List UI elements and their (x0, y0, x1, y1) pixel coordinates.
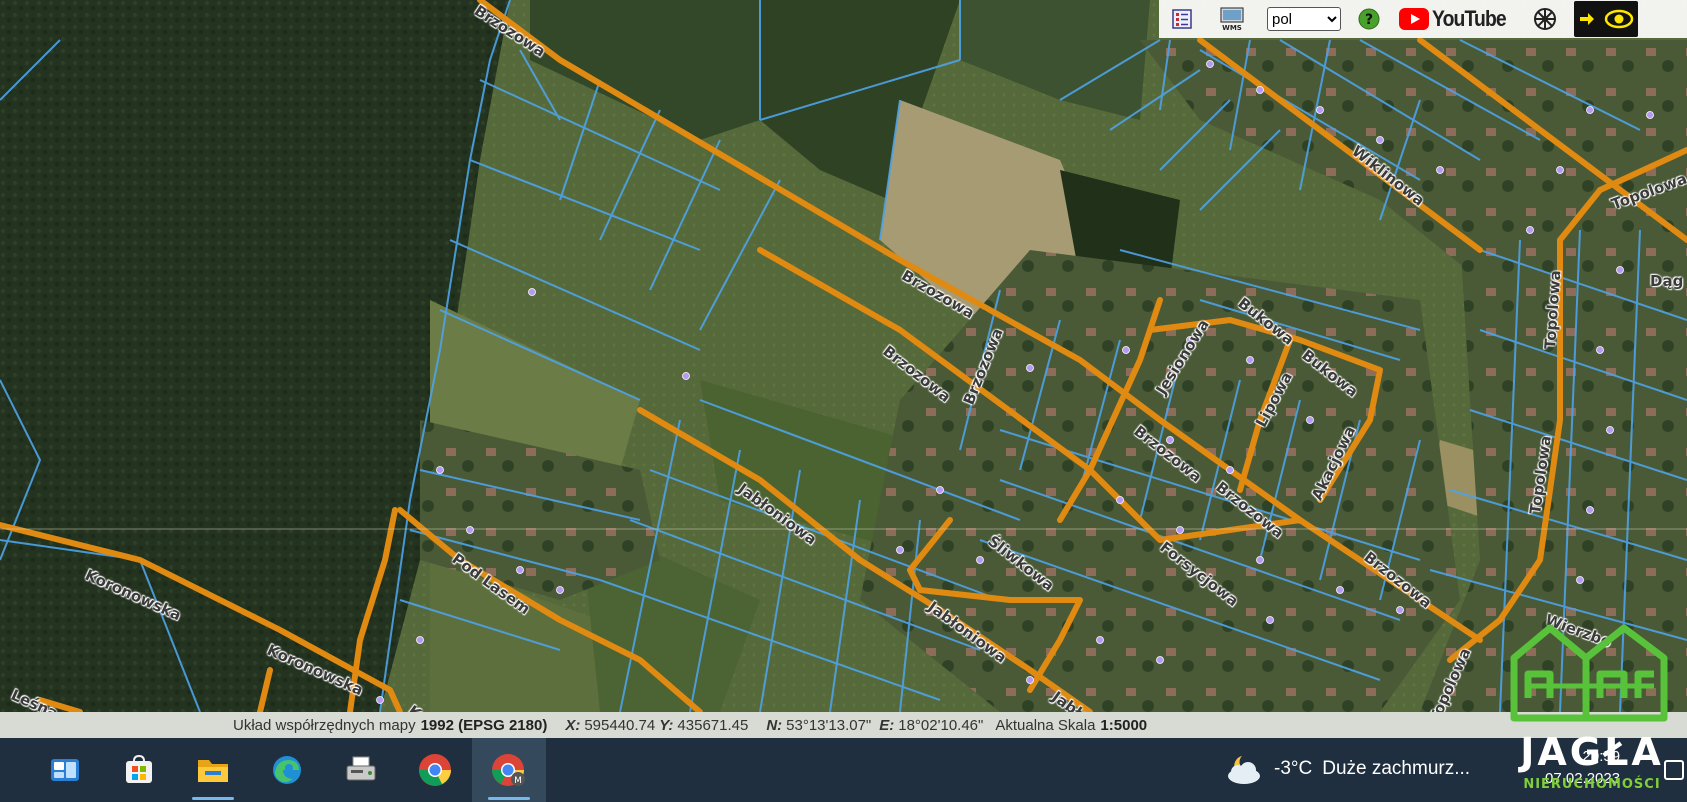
map-canvas[interactable]: Brzozowa Brzozowa Brzozowa Brzozowa Brzo… (0, 0, 1687, 712)
settings-wheel-button[interactable] (1530, 0, 1560, 38)
map-imagery (0, 0, 1687, 712)
taskbar-store-button[interactable] (102, 738, 176, 802)
chrome-profile-icon: M (492, 754, 525, 786)
legend-button[interactable] (1159, 0, 1205, 38)
y-label: Y: (659, 716, 674, 734)
logo-name: JAGŁA (1520, 730, 1664, 774)
help-icon: ? (1358, 8, 1380, 30)
taskbar-chrome-button[interactable] (398, 738, 472, 802)
x-value: 595440.74 (584, 716, 656, 734)
taskbar-weather[interactable]: -3°C Duże zachmurz... (1224, 752, 1470, 786)
microsoft-store-icon (126, 755, 152, 783)
coord-system-label: Układ współrzędnych mapy (233, 716, 416, 734)
logo-subtitle: NIERUCHOMOŚCI (1523, 777, 1661, 792)
coord-system-value: 1992 (EPSG 2180) (420, 716, 548, 734)
e-label: E: (879, 716, 895, 734)
scale-value: 1:5000 (1100, 716, 1148, 734)
wms-button[interactable]: WMS (1205, 0, 1259, 38)
taskbar-file-explorer-button[interactable] (176, 738, 250, 802)
house-logo-icon (1510, 624, 1668, 722)
language-select[interactable]: pol (1267, 7, 1341, 31)
n-label: N: (766, 716, 783, 734)
street-view-button[interactable] (1573, 1, 1638, 37)
widgets-icon (51, 759, 79, 781)
e-value: 18°02'10.46" (898, 716, 984, 734)
youtube-label: YouTube (1432, 6, 1507, 31)
x-label: X: (565, 716, 581, 734)
fax-scanner-icon (346, 756, 376, 781)
help-button[interactable]: ? (1351, 0, 1387, 38)
folder-icon (198, 760, 228, 782)
svg-text:WMS: WMS (1222, 24, 1242, 32)
svg-text:M: M (514, 776, 522, 786)
youtube-link[interactable]: YouTube (1399, 6, 1516, 32)
y-value: 435671.45 (677, 716, 749, 734)
settings-wheel-icon (1533, 8, 1556, 30)
taskbar-chrome-profile-button[interactable]: M (472, 738, 546, 802)
coordinate-statusbar: Układ współrzędnych mapy 1992 (EPSG 2180… (0, 712, 1687, 738)
scale-label: Aktualna Skala (995, 716, 1096, 734)
taskbar-edge-button[interactable] (250, 738, 324, 802)
weather-temperature: -3°C (1274, 758, 1313, 779)
taskbar-widgets-button[interactable] (28, 738, 102, 802)
n-value: 53°13'13.07" (786, 716, 872, 734)
chrome-icon (419, 754, 451, 786)
map-toolbar: WMS pol ? YouTube (1159, 0, 1687, 38)
arrow-right-icon (1579, 13, 1594, 25)
youtube-icon (1399, 8, 1429, 30)
street-label-dag: Dąg (1650, 272, 1684, 290)
cloudy-moon-icon (1228, 756, 1260, 784)
weather-description: Duże zachmurz... (1322, 758, 1471, 779)
svg-text:?: ? (1365, 12, 1373, 28)
eye-icon (1604, 9, 1634, 29)
edge-icon (273, 756, 301, 784)
jagla-logo: JAGŁA NIERUCHOMOŚCI (1508, 618, 1676, 796)
wms-icon: WMS (1220, 7, 1244, 32)
legend-icon (1172, 9, 1192, 29)
taskbar-fax-scan-button[interactable] (324, 738, 398, 802)
